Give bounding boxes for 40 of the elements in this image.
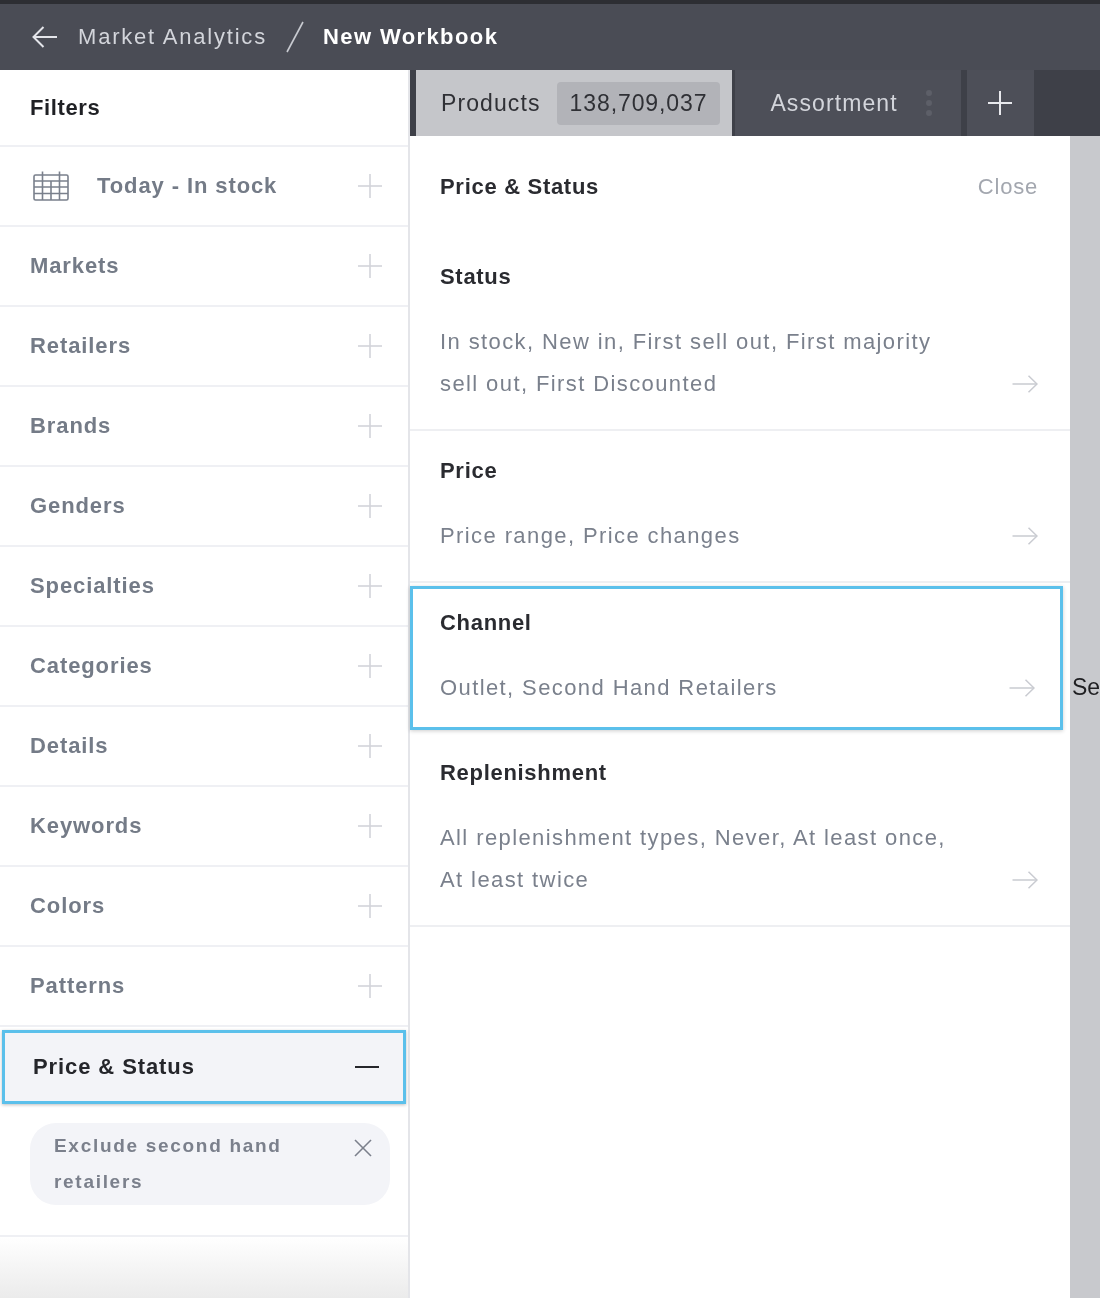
arrow-right-icon <box>1012 871 1038 889</box>
plus-icon[interactable] <box>358 494 382 518</box>
plus-icon <box>988 91 1013 115</box>
section-title: Replenishment <box>440 759 608 787</box>
side-text: Se <box>1071 674 1100 701</box>
tab[interactable]: Assortment <box>735 70 961 136</box>
plus-icon[interactable] <box>358 654 382 678</box>
plus-icon[interactable] <box>358 414 382 438</box>
section-title: Channel <box>440 609 533 637</box>
plus-icon[interactable] <box>358 974 382 998</box>
section-summary: All replenishment types, Never, At least once, At least twice <box>440 824 947 894</box>
plus-icon[interactable] <box>358 174 382 198</box>
filter-section[interactable]: Channel Outlet, Second Hand Retailers <box>410 586 1063 730</box>
calendar-icon <box>33 171 69 201</box>
plus-icon[interactable] <box>358 814 382 838</box>
filter-row[interactable]: Price & Status <box>2 1030 406 1104</box>
plus-icon[interactable] <box>358 734 382 758</box>
close-icon[interactable] <box>354 1139 372 1157</box>
arrow-right-icon <box>1009 679 1035 697</box>
add-tab-button[interactable] <box>966 70 1034 136</box>
back-arrow-icon[interactable] <box>32 26 58 48</box>
plus-icon[interactable] <box>358 894 382 918</box>
tab[interactable]: Products 138,709,037 <box>416 70 733 136</box>
panel-title: Price & Status <box>440 173 599 200</box>
plus-icon[interactable] <box>358 334 382 358</box>
section-summary: In stock, New in, First sell out, First majority sell out, First Discounted <box>440 328 933 398</box>
breadcrumb-link[interactable]: Market Analytics <box>78 24 267 50</box>
section-summary: Price range, Price changes <box>440 522 741 550</box>
chip-label: Exclude second hand retailers <box>54 1134 283 1194</box>
workbook-title: New Workbook <box>322 24 499 50</box>
arrow-right-icon <box>1012 527 1038 545</box>
count-badge: 138,709,037 <box>556 81 721 125</box>
section-title: Status <box>440 263 513 291</box>
separator-icon <box>285 21 304 53</box>
close-button[interactable]: Close <box>977 173 1038 200</box>
arrow-right-icon <box>1012 375 1038 393</box>
plus-icon[interactable] <box>358 254 382 278</box>
plus-icon[interactable] <box>358 574 382 598</box>
section-summary: Outlet, Second Hand Retailers <box>440 674 778 702</box>
section-title: Price <box>440 457 499 485</box>
